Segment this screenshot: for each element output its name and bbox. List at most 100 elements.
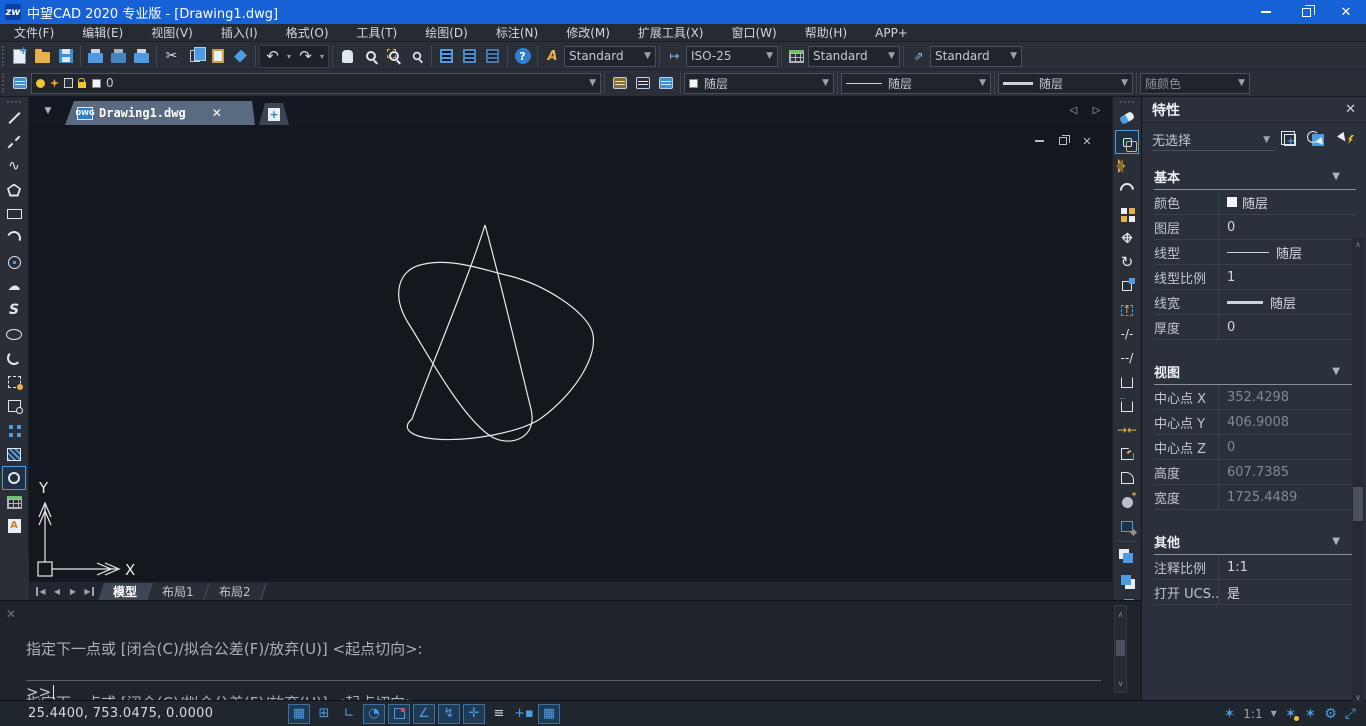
point-button[interactable] bbox=[2, 418, 26, 442]
prev-layout-button[interactable]: ◀ bbox=[49, 584, 65, 599]
text-style-button[interactable]: A bbox=[541, 45, 564, 68]
plot-button[interactable] bbox=[84, 45, 107, 68]
menu-window[interactable]: 窗口(W) bbox=[718, 24, 791, 42]
color-control-combo[interactable]: 随层 ▼ bbox=[684, 73, 834, 94]
trim-button[interactable]: -/- bbox=[1115, 322, 1139, 346]
prop-row-center-x[interactable]: 中心点 X 352.4298 bbox=[1154, 385, 1356, 410]
menu-draw[interactable]: 绘图(D) bbox=[411, 24, 482, 42]
revision-cloud-button[interactable]: ☁ bbox=[2, 274, 26, 298]
redo-button[interactable]: ↷ bbox=[294, 45, 317, 68]
menu-app-plus[interactable]: APP+ bbox=[861, 24, 922, 42]
prop-row-linetype-scale[interactable]: 线型比例 1 bbox=[1154, 265, 1356, 290]
create-block-button[interactable] bbox=[2, 394, 26, 418]
doc-tab-drawing1[interactable]: DWG Drawing1.dwg ✕ bbox=[65, 101, 255, 125]
extend-button[interactable]: --/ bbox=[1115, 346, 1139, 370]
menu-tools[interactable]: 工具(T) bbox=[343, 24, 412, 42]
layer-previous-button[interactable] bbox=[631, 72, 654, 95]
menu-modify[interactable]: 修改(M) bbox=[552, 24, 624, 42]
cut-button[interactable]: ✂ bbox=[160, 45, 183, 68]
plot-preview-button[interactable] bbox=[107, 45, 130, 68]
polygon-button[interactable] bbox=[2, 178, 26, 202]
move-button[interactable]: ↔↔ bbox=[1115, 226, 1139, 250]
offset-button[interactable] bbox=[1115, 178, 1139, 202]
model-paper-toggle[interactable]: ▦ bbox=[538, 704, 560, 724]
prop-row-width[interactable]: 宽度 1725.4489 bbox=[1154, 485, 1356, 510]
menu-view[interactable]: 视图(V) bbox=[137, 24, 207, 42]
help-button[interactable]: ? bbox=[511, 45, 534, 68]
prop-row-lineweight[interactable]: 线宽 随层 bbox=[1154, 290, 1356, 315]
ellipse-arc-button[interactable] bbox=[2, 346, 26, 370]
new-doc-tab-button[interactable]: + bbox=[259, 103, 289, 125]
menu-edit[interactable]: 编辑(E) bbox=[68, 24, 137, 42]
layer-states-button[interactable] bbox=[654, 72, 677, 95]
array-button[interactable] bbox=[1115, 202, 1139, 226]
quick-select-button[interactable] bbox=[1278, 129, 1302, 151]
undo-dropdown[interactable]: ▾ bbox=[284, 52, 294, 61]
scroll-up-icon[interactable]: ∧ bbox=[1115, 610, 1126, 619]
mleader-style-combo[interactable]: Standard▼ bbox=[930, 46, 1022, 67]
line-button[interactable] bbox=[2, 106, 26, 130]
prop-row-linetype[interactable]: 线型 随层 bbox=[1154, 240, 1356, 265]
gear-icon[interactable]: ⚙ bbox=[1324, 706, 1337, 722]
mtext-button[interactable]: A bbox=[2, 514, 26, 538]
arc-button[interactable] bbox=[2, 226, 26, 250]
lineweight-control-combo[interactable]: 随层 ▼ bbox=[998, 73, 1133, 94]
chevron-down-icon[interactable]: ▼ bbox=[1271, 709, 1277, 718]
prop-row-annotation-scale[interactable]: 注释比例 1:1 bbox=[1154, 555, 1356, 580]
layer-combo[interactable]: 0 ▼ bbox=[31, 73, 601, 94]
doc-restore-button[interactable] bbox=[1054, 133, 1072, 149]
section-basic-header[interactable]: 基本 ▼ bbox=[1154, 167, 1356, 190]
doc-minimize-button[interactable] bbox=[1030, 133, 1048, 149]
blend-curves-button[interactable] bbox=[1115, 490, 1139, 514]
spline-button[interactable]: S bbox=[2, 298, 26, 322]
tab-layout2[interactable]: 布局2 bbox=[204, 583, 266, 600]
close-button[interactable]: ✕ bbox=[1326, 0, 1366, 24]
table-style-button[interactable] bbox=[785, 45, 808, 68]
tab-scroll-left-button[interactable]: ◁ bbox=[1062, 99, 1085, 122]
explode-button[interactable] bbox=[1115, 514, 1139, 538]
toolbar-grip[interactable] bbox=[7, 101, 21, 103]
erase-button[interactable] bbox=[1115, 106, 1139, 130]
dynamic-input-toggle[interactable]: ↯ bbox=[438, 704, 460, 724]
dim-style-combo[interactable]: ISO-25▼ bbox=[686, 46, 778, 67]
toggle-pickadd-button[interactable] bbox=[1334, 129, 1358, 151]
polar-toggle[interactable]: ◔ bbox=[363, 704, 385, 724]
make-layer-current-button[interactable] bbox=[608, 72, 631, 95]
new-file-button[interactable] bbox=[8, 45, 31, 68]
dynamic-ucs-toggle[interactable]: +▪ bbox=[513, 704, 535, 724]
rectangle-button[interactable] bbox=[2, 202, 26, 226]
mleader-style-button[interactable]: ⇗ bbox=[907, 45, 930, 68]
properties-close-icon[interactable]: ✕ bbox=[1345, 102, 1356, 117]
annotation-visibility-icon[interactable]: ✶ bbox=[1285, 706, 1297, 722]
scale-button[interactable] bbox=[1115, 274, 1139, 298]
command-window[interactable]: ✕ 指定下一点或 [闭合(C)/拟合公差(F)/放弃(U)] <起点切向>: 指… bbox=[0, 600, 1141, 700]
menu-file[interactable]: 文件(F) bbox=[0, 24, 68, 42]
break-at-point-button[interactable] bbox=[1115, 370, 1139, 394]
copy-button[interactable] bbox=[183, 45, 206, 68]
command-scrollbar[interactable]: ∧ ∨ bbox=[1114, 605, 1127, 693]
mirror-button[interactable] bbox=[1115, 154, 1139, 178]
otrack-toggle[interactable]: ∠ bbox=[413, 704, 435, 724]
save-button[interactable] bbox=[54, 45, 77, 68]
spline-star-shape[interactable] bbox=[399, 225, 594, 441]
doc-close-button[interactable]: ✕ bbox=[1078, 133, 1096, 149]
section-view-header[interactable]: 视图 ▼ bbox=[1154, 362, 1356, 385]
draw-order-front-button[interactable] bbox=[1115, 545, 1139, 569]
drawing-canvas[interactable]: ✕ Y X bbox=[29, 125, 1112, 581]
toolbar-grip[interactable] bbox=[1120, 101, 1134, 103]
rotate-button[interactable]: ↻ bbox=[1115, 250, 1139, 274]
snap-toggle[interactable]: ⊞ bbox=[313, 704, 335, 724]
menu-dimension[interactable]: 标注(N) bbox=[482, 24, 552, 42]
toolbar-grip[interactable] bbox=[2, 46, 6, 66]
restore-button[interactable] bbox=[1286, 0, 1326, 24]
text-style-combo[interactable]: Standard▼ bbox=[564, 46, 656, 67]
prop-row-center-z[interactable]: 中心点 Z 0 bbox=[1154, 435, 1356, 460]
scroll-down-icon[interactable]: ∨ bbox=[1115, 679, 1126, 688]
publish-button[interactable] bbox=[130, 45, 153, 68]
grid-toggle[interactable]: ▦ bbox=[288, 704, 310, 724]
chamfer-button[interactable] bbox=[1115, 442, 1139, 466]
zoom-window-button[interactable] bbox=[382, 45, 405, 68]
prop-row-layer[interactable]: 图层 0 bbox=[1154, 215, 1356, 240]
doc-list-dropdown[interactable]: ▼ bbox=[37, 100, 59, 122]
dim-style-button[interactable]: ↦ bbox=[663, 45, 686, 68]
